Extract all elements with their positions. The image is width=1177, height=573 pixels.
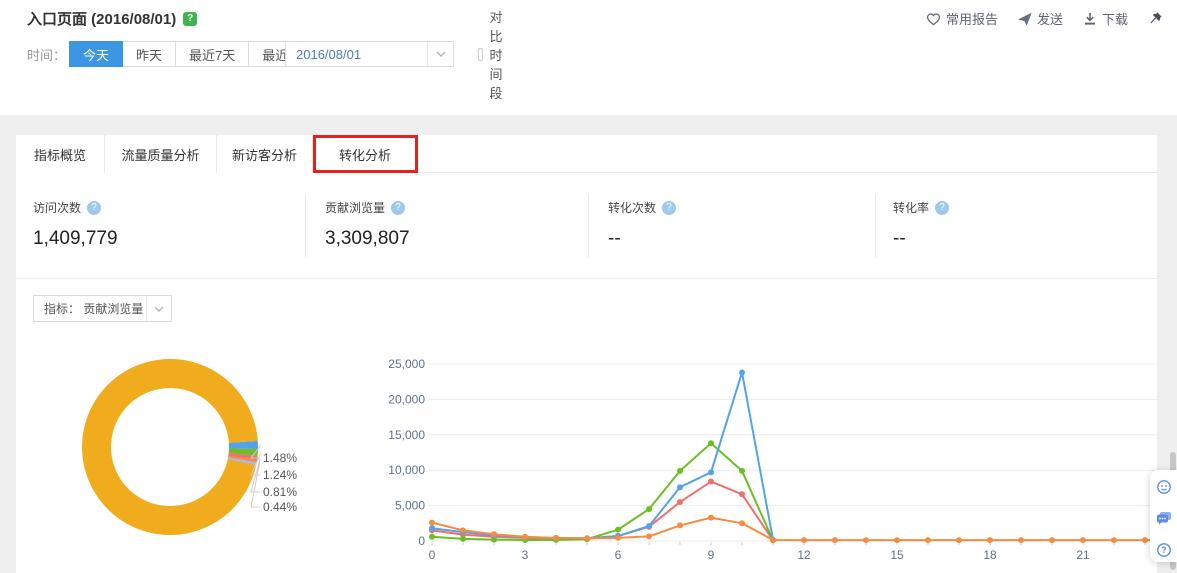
- download-button[interactable]: 下载: [1083, 9, 1128, 28]
- divider: [305, 195, 306, 257]
- tab-metrics-overview[interactable]: 指标概览: [16, 135, 105, 173]
- compare-period-checkbox[interactable]: 对比时间段: [478, 41, 510, 67]
- svg-text:3: 3: [522, 548, 529, 562]
- favorite-report-button[interactable]: 常用报告: [926, 9, 998, 28]
- indicator-select-value: 指标： 贡献浏览量: [34, 300, 146, 317]
- series-orange: [432, 518, 1162, 541]
- help-icon[interactable]: ?: [391, 201, 405, 215]
- title-help-icon[interactable]: ?: [183, 12, 197, 26]
- svg-text:0: 0: [429, 548, 436, 562]
- help-circle-icon[interactable]: ?: [1156, 542, 1172, 558]
- checkbox-icon: [478, 48, 483, 61]
- series-green: [432, 443, 773, 540]
- svg-text:1.48%: 1.48%: [263, 451, 297, 465]
- divider: [588, 195, 589, 257]
- customer-service-icon[interactable]: [1156, 479, 1172, 495]
- download-label: 下载: [1102, 9, 1128, 28]
- svg-text:15,000: 15,000: [388, 428, 425, 442]
- date-select-value: 2016/08/01: [286, 47, 427, 62]
- metric-visits-label: 访问次数: [33, 199, 81, 216]
- tab-traffic-quality[interactable]: 流量质量分析: [105, 135, 217, 173]
- svg-text:1.24%: 1.24%: [263, 468, 297, 482]
- line-chart: 0 5,000 10,000 15,000 20,000 25,000 0 3 6 9 12 15 18…: [383, 348, 1177, 570]
- svg-text:18: 18: [983, 548, 997, 562]
- send-icon: [1018, 12, 1032, 26]
- svg-text:9: 9: [708, 548, 715, 562]
- time-filter-label: 时间：: [27, 45, 66, 64]
- metric-visits-value: 1,409,779: [33, 228, 118, 250]
- indicator-select[interactable]: 指标： 贡献浏览量: [33, 295, 172, 322]
- time-option-today[interactable]: 今天: [69, 41, 123, 67]
- download-icon: [1083, 12, 1097, 26]
- header-actions: 常用报告 发送 下载: [926, 9, 1163, 28]
- chat-icon[interactable]: [1156, 510, 1172, 526]
- heart-icon: [926, 12, 941, 26]
- time-option-yesterday[interactable]: 昨天: [122, 41, 176, 67]
- time-filter: 时间： 今天 昨天 最近7天 最近30天 2016/08/01 对比时间段: [27, 41, 330, 67]
- metric-conversions-label: 转化次数: [608, 199, 656, 216]
- svg-text:?: ?: [1161, 545, 1167, 555]
- svg-text:0.44%: 0.44%: [263, 500, 297, 514]
- tab-new-visitors[interactable]: 新访客分析: [217, 135, 313, 173]
- divider: [16, 278, 1157, 279]
- favorite-report-label: 常用报告: [946, 9, 998, 28]
- svg-text:6: 6: [615, 548, 622, 562]
- header: 入口页面 (2016/08/01) ? 常用报告 发送 下载 时间：: [0, 0, 1177, 115]
- title-row: 入口页面 (2016/08/01) ?: [27, 8, 197, 29]
- send-label: 发送: [1037, 9, 1063, 28]
- svg-text:25,000: 25,000: [388, 357, 425, 371]
- svg-text:0: 0: [418, 534, 425, 548]
- metric-contributed-pageviews-value: 3,309,807: [325, 228, 410, 250]
- chevron-down-icon: [427, 42, 453, 66]
- svg-text:10,000: 10,000: [388, 463, 425, 477]
- compare-period-label: 对比时间段: [489, 7, 510, 102]
- metric-contributed-pageviews-label: 贡献浏览量: [325, 199, 385, 216]
- floating-toolbar: ?: [1150, 470, 1177, 562]
- entry-page-report: 入口页面 (2016/08/01) ? 常用报告 发送 下载 时间：: [0, 0, 1177, 573]
- metrics-row: 访问次数? 1,409,779 贡献浏览量? 3,309,807 转化次数? -…: [16, 173, 1157, 278]
- help-icon[interactable]: ?: [87, 201, 101, 215]
- chevron-down-icon: [146, 296, 171, 321]
- svg-text:15: 15: [890, 548, 904, 562]
- series-red: [432, 482, 773, 541]
- page-title: 入口页面 (2016/08/01): [27, 8, 176, 29]
- content-background: 指标概览 流量质量分析 新访客分析 转化分析 访问次数? 1,409,779 贡…: [0, 115, 1177, 573]
- pin-icon: [1148, 11, 1163, 26]
- help-icon[interactable]: ?: [662, 201, 676, 215]
- svg-text:5,000: 5,000: [395, 499, 425, 513]
- metric-conversions-value: --: [608, 228, 621, 250]
- metric-conversion-rate-label: 转化率: [893, 199, 929, 216]
- time-option-last7days[interactable]: 最近7天: [175, 41, 249, 67]
- svg-text:21: 21: [1076, 548, 1090, 562]
- donut-chart: 1.48% 1.24% 0.81%0.44%: [50, 345, 360, 570]
- svg-text:12: 12: [797, 548, 811, 562]
- pin-button[interactable]: [1148, 11, 1163, 26]
- svg-text:20,000: 20,000: [388, 392, 425, 406]
- help-icon[interactable]: ?: [935, 201, 949, 215]
- metric-conversion-rate-value: --: [893, 228, 906, 250]
- divider: [875, 195, 876, 257]
- tab-conversion-analysis[interactable]: 转化分析: [313, 135, 418, 173]
- date-select[interactable]: 2016/08/01: [285, 41, 454, 67]
- svg-text:0.81%: 0.81%: [263, 485, 297, 499]
- tab-bar: 指标概览 流量质量分析 新访客分析 转化分析: [16, 135, 1157, 173]
- report-panel: 指标概览 流量质量分析 新访客分析 转化分析 访问次数? 1,409,779 贡…: [16, 135, 1157, 573]
- send-button[interactable]: 发送: [1018, 9, 1063, 28]
- series-blue: [432, 372, 773, 539]
